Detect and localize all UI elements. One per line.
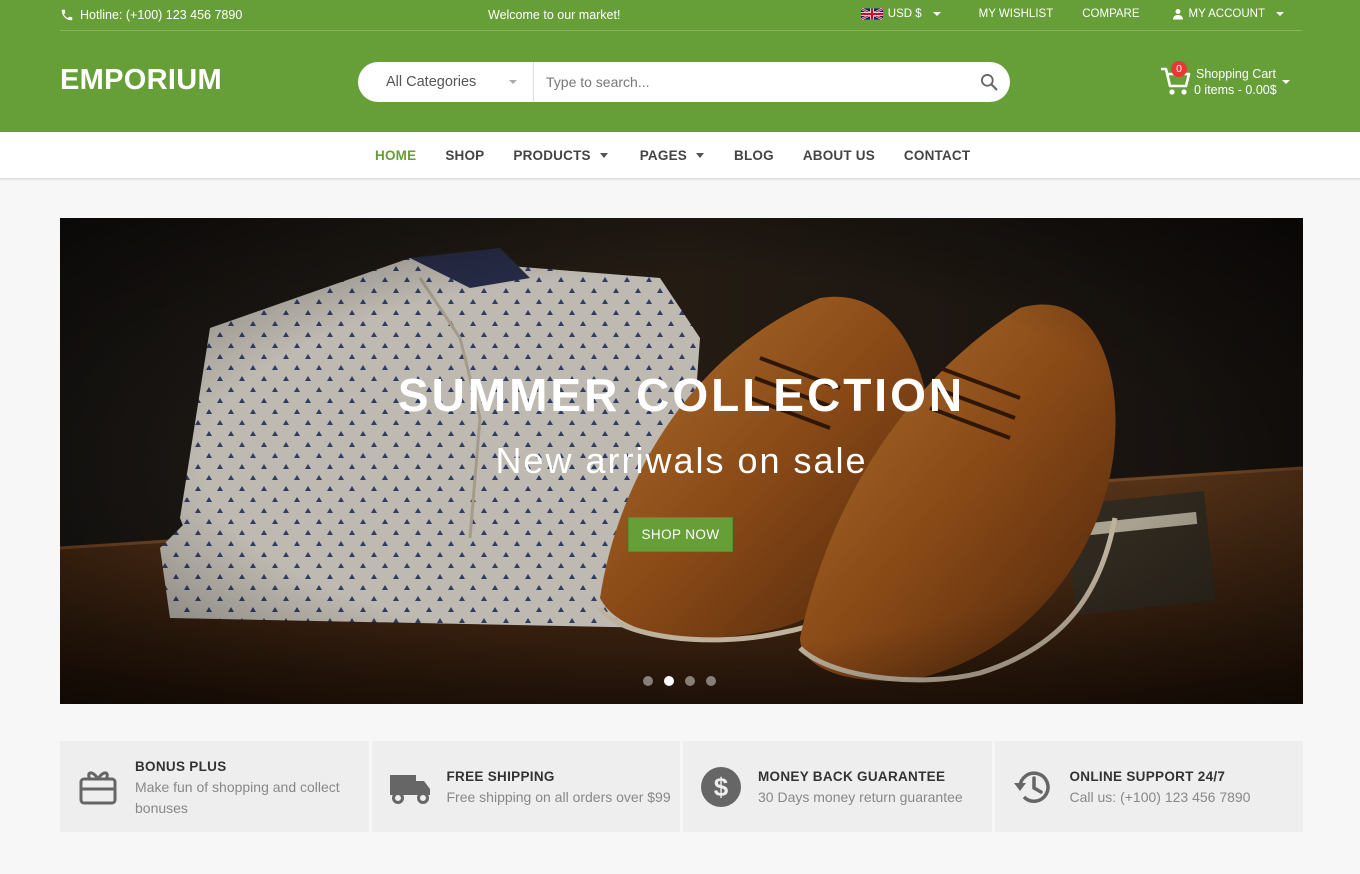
phone-icon	[61, 9, 73, 21]
hero-headline: SUMMER COLLECTION	[397, 369, 966, 421]
nav-item-contact[interactable]: CONTACT	[904, 148, 970, 163]
svg-text:$: $	[714, 772, 729, 802]
search-button[interactable]	[968, 62, 1010, 102]
chevron-down-icon	[1276, 12, 1284, 16]
feature-online-support: ONLINE SUPPORT 24/7 Call us: (+100) 123 …	[994, 741, 1303, 832]
gift-icon	[76, 765, 120, 809]
feature-desc: 30 Days money return guarantee	[758, 789, 963, 805]
slider-dot[interactable]	[685, 676, 695, 686]
dollar-icon: $	[699, 765, 743, 809]
welcome-text: Welcome to our market!	[488, 8, 621, 22]
chevron-down-icon	[599, 153, 608, 158]
nav-label: BLOG	[734, 148, 774, 163]
feature-money-back: $ MONEY BACK GUARANTEE 30 Days money ret…	[683, 741, 992, 832]
slider-dot[interactable]	[664, 676, 674, 686]
user-icon	[1172, 9, 1183, 20]
hotline: Hotline: (+100) 123 456 7890	[60, 8, 242, 22]
nav-label: SHOP	[445, 148, 485, 163]
wishlist-label: MY WISHLIST	[978, 8, 1054, 20]
hotline-text: Hotline: (+100) 123 456 7890	[80, 8, 243, 22]
top-bar: Hotline: (+100) 123 456 7890 Welcome to …	[60, 0, 1302, 31]
shop-now-button[interactable]: SHOP NOW	[628, 517, 733, 552]
main-nav: HOME SHOP PRODUCTS PAGES BLOG ABOUT US C…	[0, 132, 1360, 179]
features-bar: BONUS PLUS Make fun of shopping and coll…	[60, 741, 1303, 832]
category-label: All Categories	[386, 74, 477, 90]
nav-item-pages[interactable]: PAGES	[640, 148, 704, 163]
feature-desc: Free shipping on all orders over $99	[446, 789, 671, 805]
cart-summary: 0 items - 0.00$	[1194, 83, 1277, 97]
chevron-down-icon	[932, 12, 941, 16]
nav-label: ABOUT US	[802, 148, 875, 163]
slider-dot[interactable]	[643, 676, 653, 686]
search-bar: All Categories	[358, 62, 1010, 102]
hero-slider: SUMMER COLLECTION New arriwals on sale S…	[60, 218, 1303, 704]
hero-subline: New arriwals on sale	[495, 440, 868, 481]
wishlist-link[interactable]: MY WISHLIST	[979, 8, 1054, 20]
compare-link[interactable]: COMPARE	[1082, 8, 1139, 20]
feature-desc: Call us: (+100) 123 456 7890	[1069, 789, 1251, 805]
topbar-links: USD $ MY WISHLIST COMPARE MY ACCOUNT	[860, 8, 1302, 20]
feature-title: BONUS PLUS	[135, 759, 227, 774]
chevron-down-icon	[509, 80, 517, 84]
search-icon	[981, 74, 998, 91]
feature-title: MONEY BACK GUARANTEE	[758, 769, 946, 784]
feature-title: ONLINE SUPPORT 24/7	[1069, 769, 1226, 784]
currency-selector[interactable]: USD $	[860, 8, 941, 20]
nav-item-blog[interactable]: BLOG	[734, 148, 774, 163]
nav-item-products[interactable]: PRODUCTS	[513, 148, 608, 163]
account-label: MY ACCOUNT	[1188, 8, 1265, 20]
nav-label: HOME	[375, 148, 417, 163]
feature-free-shipping: FREE SHIPPING Free shipping on all order…	[371, 741, 680, 832]
site-header: Hotline: (+100) 123 456 7890 Welcome to …	[0, 0, 1360, 132]
feature-desc: Make fun of shopping and collect bonuses	[135, 779, 340, 816]
cart-count-badge: 0	[1171, 61, 1187, 77]
slider-dots	[643, 676, 716, 686]
nav-label: PAGES	[639, 148, 687, 163]
nav-item-shop[interactable]: SHOP	[445, 148, 484, 163]
nav-item-home[interactable]: HOME	[375, 148, 416, 163]
feature-title: FREE SHIPPING	[446, 769, 555, 784]
chevron-down-icon	[696, 153, 704, 158]
chevron-down-icon	[1282, 80, 1290, 84]
cart-title: Shopping Cart	[1196, 67, 1276, 81]
history-icon	[1011, 765, 1055, 809]
feature-bonus-plus: BONUS PLUS Make fun of shopping and coll…	[60, 741, 369, 832]
nav-label: PRODUCTS	[513, 148, 591, 163]
shopping-cart[interactable]: 0 Shopping Cart 0 items - 0.00$	[1160, 61, 1302, 102]
nav-item-about[interactable]: ABOUT US	[803, 148, 875, 163]
search-input[interactable]	[534, 62, 968, 102]
compare-label: COMPARE	[1082, 8, 1140, 20]
slider-dot[interactable]	[706, 676, 716, 686]
uk-flag-icon	[860, 8, 883, 20]
truck-icon	[388, 765, 432, 809]
currency-label: USD $	[887, 8, 922, 20]
account-menu[interactable]: MY ACCOUNT	[1172, 8, 1284, 20]
nav-label: CONTACT	[903, 148, 971, 163]
category-select[interactable]: All Categories	[358, 62, 534, 102]
site-logo[interactable]: EMPORIUM	[60, 64, 222, 97]
